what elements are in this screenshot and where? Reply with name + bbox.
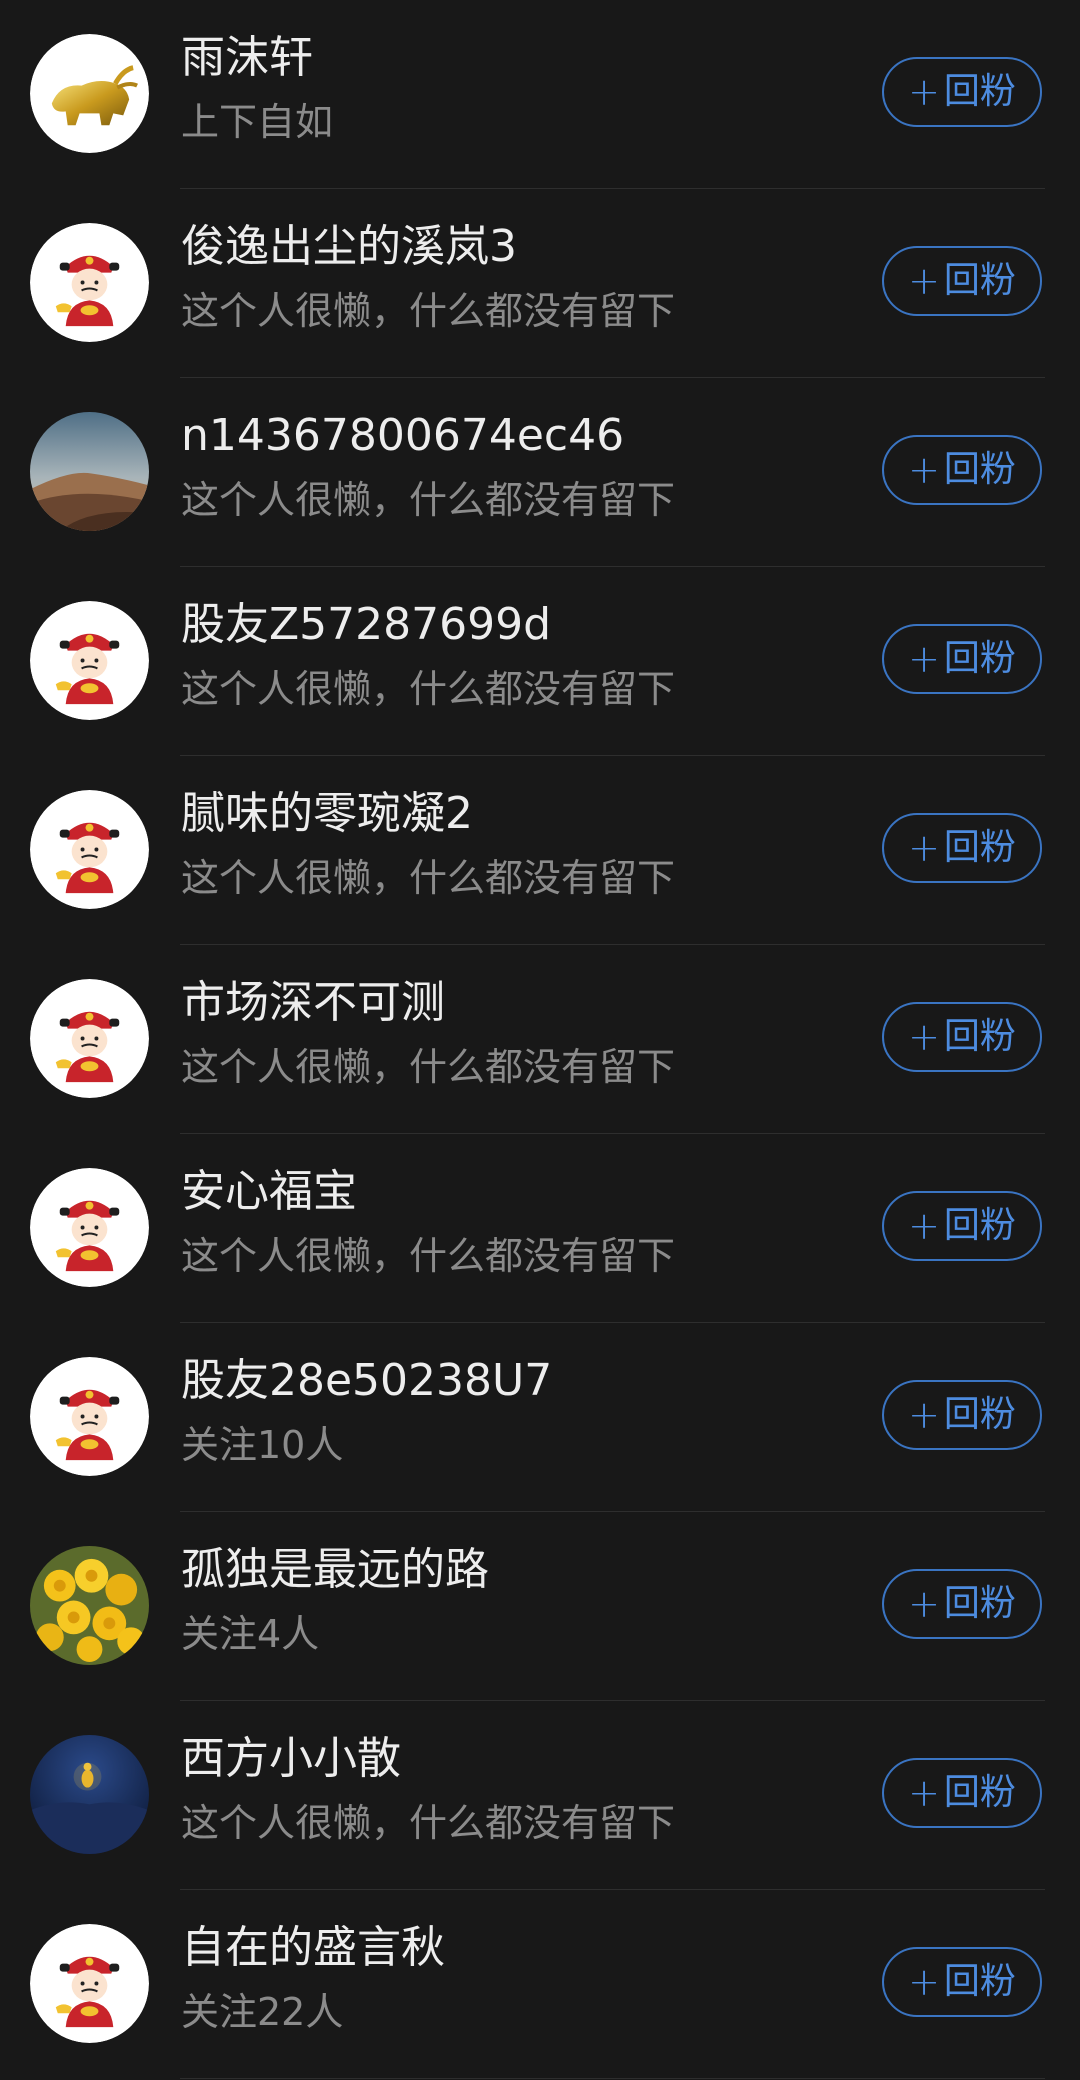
plus-icon: +: [908, 70, 940, 114]
plus-icon: +: [908, 1204, 940, 1248]
follow-back-button[interactable]: + 回粉: [882, 435, 1042, 505]
user-bio: 这个人很懒，什么都没有留下: [181, 1801, 676, 1845]
follow-back-button[interactable]: + 回粉: [882, 1191, 1042, 1261]
follow-back-label: 回粉: [943, 71, 1016, 112]
user-bio: 上下自如: [181, 100, 334, 144]
list-item[interactable]: 腻味的零琬凝2 这个人很懒，什么都没有留下 + 回粉: [0, 756, 1080, 945]
list-item[interactable]: 西方小小散这个人很懒，什么都没有留下 + 回粉: [0, 1701, 1080, 1890]
follow-back-label: 回粉: [943, 1205, 1016, 1246]
plus-icon: +: [908, 1960, 940, 2004]
plus-icon: +: [908, 637, 940, 681]
user-bio: 这个人很懒，什么都没有留下: [181, 289, 676, 333]
plus-icon: +: [908, 826, 940, 870]
user-name[interactable]: 股友28e50238U7: [181, 1353, 552, 1409]
follow-back-label: 回粉: [943, 449, 1016, 490]
user-bio: 这个人很懒，什么都没有留下: [181, 667, 676, 711]
avatar[interactable]: [30, 601, 149, 720]
list-item[interactable]: 孤独是最远的路关注4人 + 回粉: [0, 1512, 1080, 1701]
avatar[interactable]: [30, 34, 149, 153]
follow-back-label: 回粉: [943, 1394, 1016, 1435]
list-item[interactable]: n14367800674ec46 这个人很懒，什么都没有留下 + 回粉: [0, 378, 1080, 567]
follow-back-button[interactable]: + 回粉: [882, 1569, 1042, 1639]
avatar[interactable]: [30, 412, 149, 531]
avatar[interactable]: [30, 1924, 149, 2043]
follow-back-button[interactable]: + 回粉: [882, 57, 1042, 127]
follow-back-button[interactable]: + 回粉: [882, 1380, 1042, 1450]
follow-back-button[interactable]: + 回粉: [882, 813, 1042, 883]
user-name[interactable]: 股友Z57287699d: [181, 597, 551, 653]
follow-back-button[interactable]: + 回粉: [882, 1002, 1042, 1072]
plus-icon: +: [908, 448, 940, 492]
list-item[interactable]: 股友28e50238U7 关注10人 + 回粉: [0, 1323, 1080, 1512]
user-name[interactable]: 市场深不可测: [181, 975, 445, 1031]
avatar[interactable]: [30, 979, 149, 1098]
follow-back-button[interactable]: + 回粉: [882, 624, 1042, 694]
follow-back-button[interactable]: + 回粉: [882, 246, 1042, 316]
follow-back-label: 回粉: [943, 827, 1016, 868]
plus-icon: +: [908, 259, 940, 303]
user-bio: 关注22人: [181, 1990, 344, 2034]
user-name[interactable]: 俊逸出尘的溪岚3: [181, 219, 517, 275]
avatar[interactable]: [30, 1168, 149, 1287]
plus-icon: +: [908, 1582, 940, 1626]
avatar[interactable]: [30, 1357, 149, 1476]
follow-back-label: 回粉: [943, 1772, 1016, 1813]
avatar[interactable]: [30, 223, 149, 342]
list-item[interactable]: 股友Z57287699d 这个人很懒，什么都没有留下 + 回粉: [0, 567, 1080, 756]
list-item[interactable]: 安心福宝这个人很懒，什么都没有留下 + 回粉: [0, 1134, 1080, 1323]
avatar[interactable]: [30, 1735, 149, 1854]
list-item[interactable]: 俊逸出尘的溪岚3 这个人很懒，什么都没有留下 + 回粉: [0, 189, 1080, 378]
plus-icon: +: [908, 1771, 940, 1815]
divider: [180, 2078, 1045, 2079]
follow-back-label: 回粉: [943, 1016, 1016, 1057]
user-name[interactable]: 自在的盛言秋: [181, 1920, 445, 1976]
follow-back-label: 回粉: [943, 638, 1016, 679]
user-name[interactable]: 孤独是最远的路: [181, 1542, 489, 1598]
user-bio: 关注10人: [181, 1423, 344, 1467]
follow-back-label: 回粉: [943, 1583, 1016, 1624]
follow-back-label: 回粉: [943, 1961, 1016, 2002]
avatar[interactable]: [30, 1546, 149, 1665]
user-bio: 这个人很懒，什么都没有留下: [181, 1234, 676, 1278]
follow-back-button[interactable]: + 回粉: [882, 1947, 1042, 2017]
fans-list: 雨沫轩 上下自如 + 回粉 俊逸出尘的溪岚3 这个人很懒，什么都没有留下 + 回粉 n: [0, 0, 1080, 2080]
avatar[interactable]: [30, 790, 149, 909]
follow-back-button[interactable]: + 回粉: [882, 1758, 1042, 1828]
plus-icon: +: [908, 1393, 940, 1437]
list-item[interactable]: 自在的盛言秋关注22人 + 回粉: [0, 1890, 1080, 2079]
plus-icon: +: [908, 1015, 940, 1059]
user-name[interactable]: n14367800674ec46: [181, 408, 624, 464]
user-bio: 这个人很懒，什么都没有留下: [181, 856, 676, 900]
user-name[interactable]: 安心福宝: [181, 1164, 357, 1220]
user-bio: 这个人很懒，什么都没有留下: [181, 478, 676, 522]
follow-back-label: 回粉: [943, 260, 1016, 301]
user-bio: 这个人很懒，什么都没有留下: [181, 1045, 676, 1089]
list-item[interactable]: 雨沫轩上下自如 + 回粉: [0, 0, 1080, 189]
user-name[interactable]: 雨沫轩: [181, 30, 313, 86]
list-item[interactable]: 市场深不可测这个人很懒，什么都没有留下 + 回粉: [0, 945, 1080, 1134]
user-name[interactable]: 西方小小散: [181, 1731, 401, 1787]
user-name[interactable]: 腻味的零琬凝2: [181, 786, 473, 842]
user-bio: 关注4人: [181, 1612, 320, 1656]
